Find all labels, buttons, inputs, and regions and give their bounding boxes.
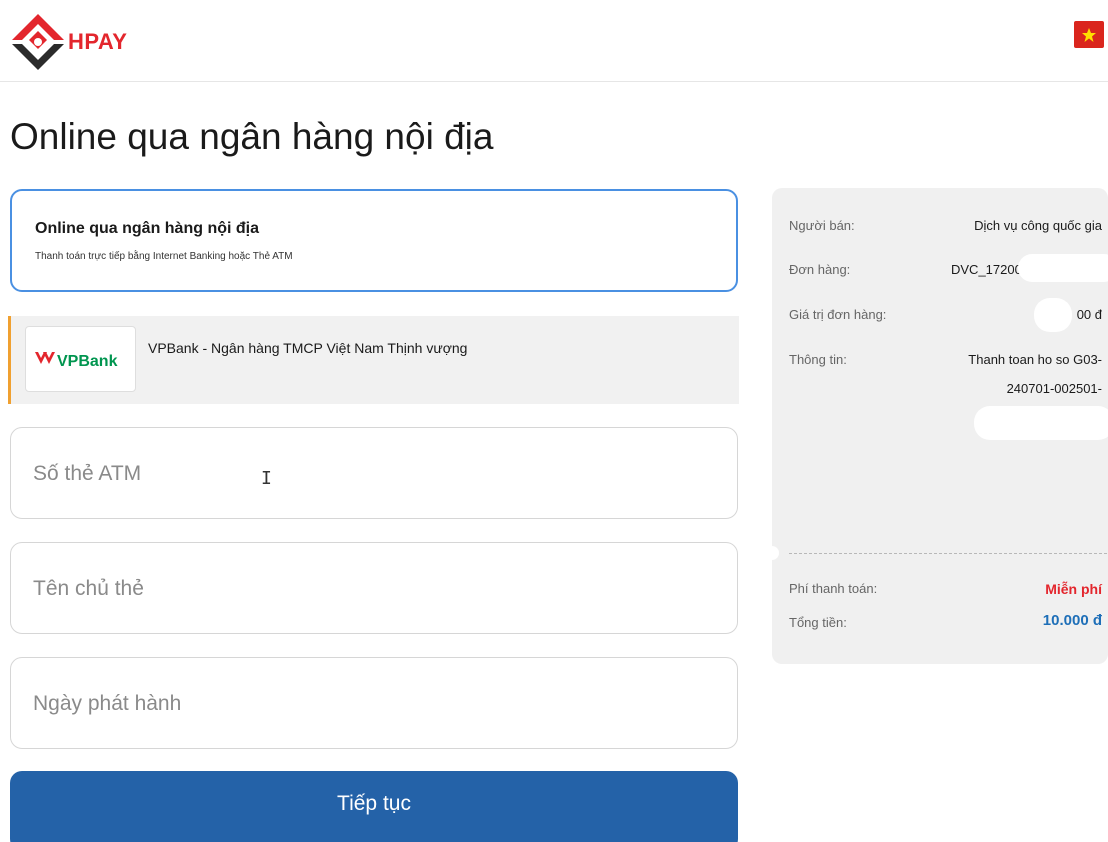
fee-value: Miễn phí: [1045, 581, 1102, 597]
header: HPAY: [0, 0, 1108, 82]
card-holder-field[interactable]: [10, 542, 738, 634]
payment-method-description: Thanh toán trực tiếp bằng Internet Banki…: [35, 251, 293, 262]
brand-name: HPAY: [68, 29, 128, 54]
info-value-line2: 240701-002501-: [1006, 381, 1102, 396]
continue-button[interactable]: Tiếp tục: [10, 771, 738, 842]
payment-method-card[interactable]: Online qua ngân hàng nội địa Thanh toán …: [10, 189, 738, 292]
amount-label: Giá trị đơn hàng:: [789, 307, 887, 322]
info-label: Thông tin:: [789, 352, 847, 367]
star-icon: [1082, 27, 1096, 42]
page-title: Online qua ngân hàng nội địa: [10, 116, 494, 157]
info-value-line1: Thanh toan ho so G03-: [968, 352, 1102, 367]
redaction-mark: [1018, 254, 1108, 282]
selected-bank-row[interactable]: VPBank VPBank - Ngân hàng TMCP Việt Nam …: [8, 316, 739, 404]
total-label: Tổng tiền:: [789, 615, 847, 630]
vpbank-logo: VPBank: [25, 326, 136, 392]
card-number-field[interactable]: I: [10, 427, 738, 519]
bank-name: VPBank - Ngân hàng TMCP Việt Nam Thịnh v…: [148, 340, 468, 356]
total-value: 10.000 đ: [1042, 612, 1102, 629]
order-summary-panel: Người bán: Dịch vụ công quốc gia Đơn hàn…: [765, 188, 1108, 664]
issue-date-input[interactable]: [33, 688, 693, 720]
order-label: Đơn hàng:: [789, 262, 851, 277]
redaction-mark: [974, 406, 1108, 440]
text-cursor-icon: I: [261, 468, 272, 489]
vietnam-flag-icon[interactable]: [1074, 21, 1104, 48]
vpbank-logo-icon: VPBank: [34, 352, 118, 370]
payment-page: HPAY Online qua ngân hàng nội địa Online…: [0, 0, 1108, 842]
payment-method-title: Online qua ngân hàng nội địa: [35, 220, 259, 237]
hpay-logo-icon: [12, 14, 64, 70]
summary-divider: [789, 553, 1107, 554]
panel-notch: [765, 546, 779, 560]
seller-label: Người bán:: [789, 218, 855, 233]
fee-label: Phí thanh toán:: [789, 581, 878, 596]
vpbank-logo-text: VPBank: [57, 353, 118, 370]
redaction-mark: [1034, 298, 1072, 332]
card-holder-input[interactable]: [33, 573, 693, 605]
amount-value: 00 đ: [1076, 307, 1102, 322]
issue-date-field[interactable]: [10, 657, 738, 749]
hpay-logo[interactable]: HPAY: [10, 12, 127, 72]
seller-value: Dịch vụ công quốc gia: [974, 218, 1102, 233]
card-number-input[interactable]: [33, 458, 693, 490]
